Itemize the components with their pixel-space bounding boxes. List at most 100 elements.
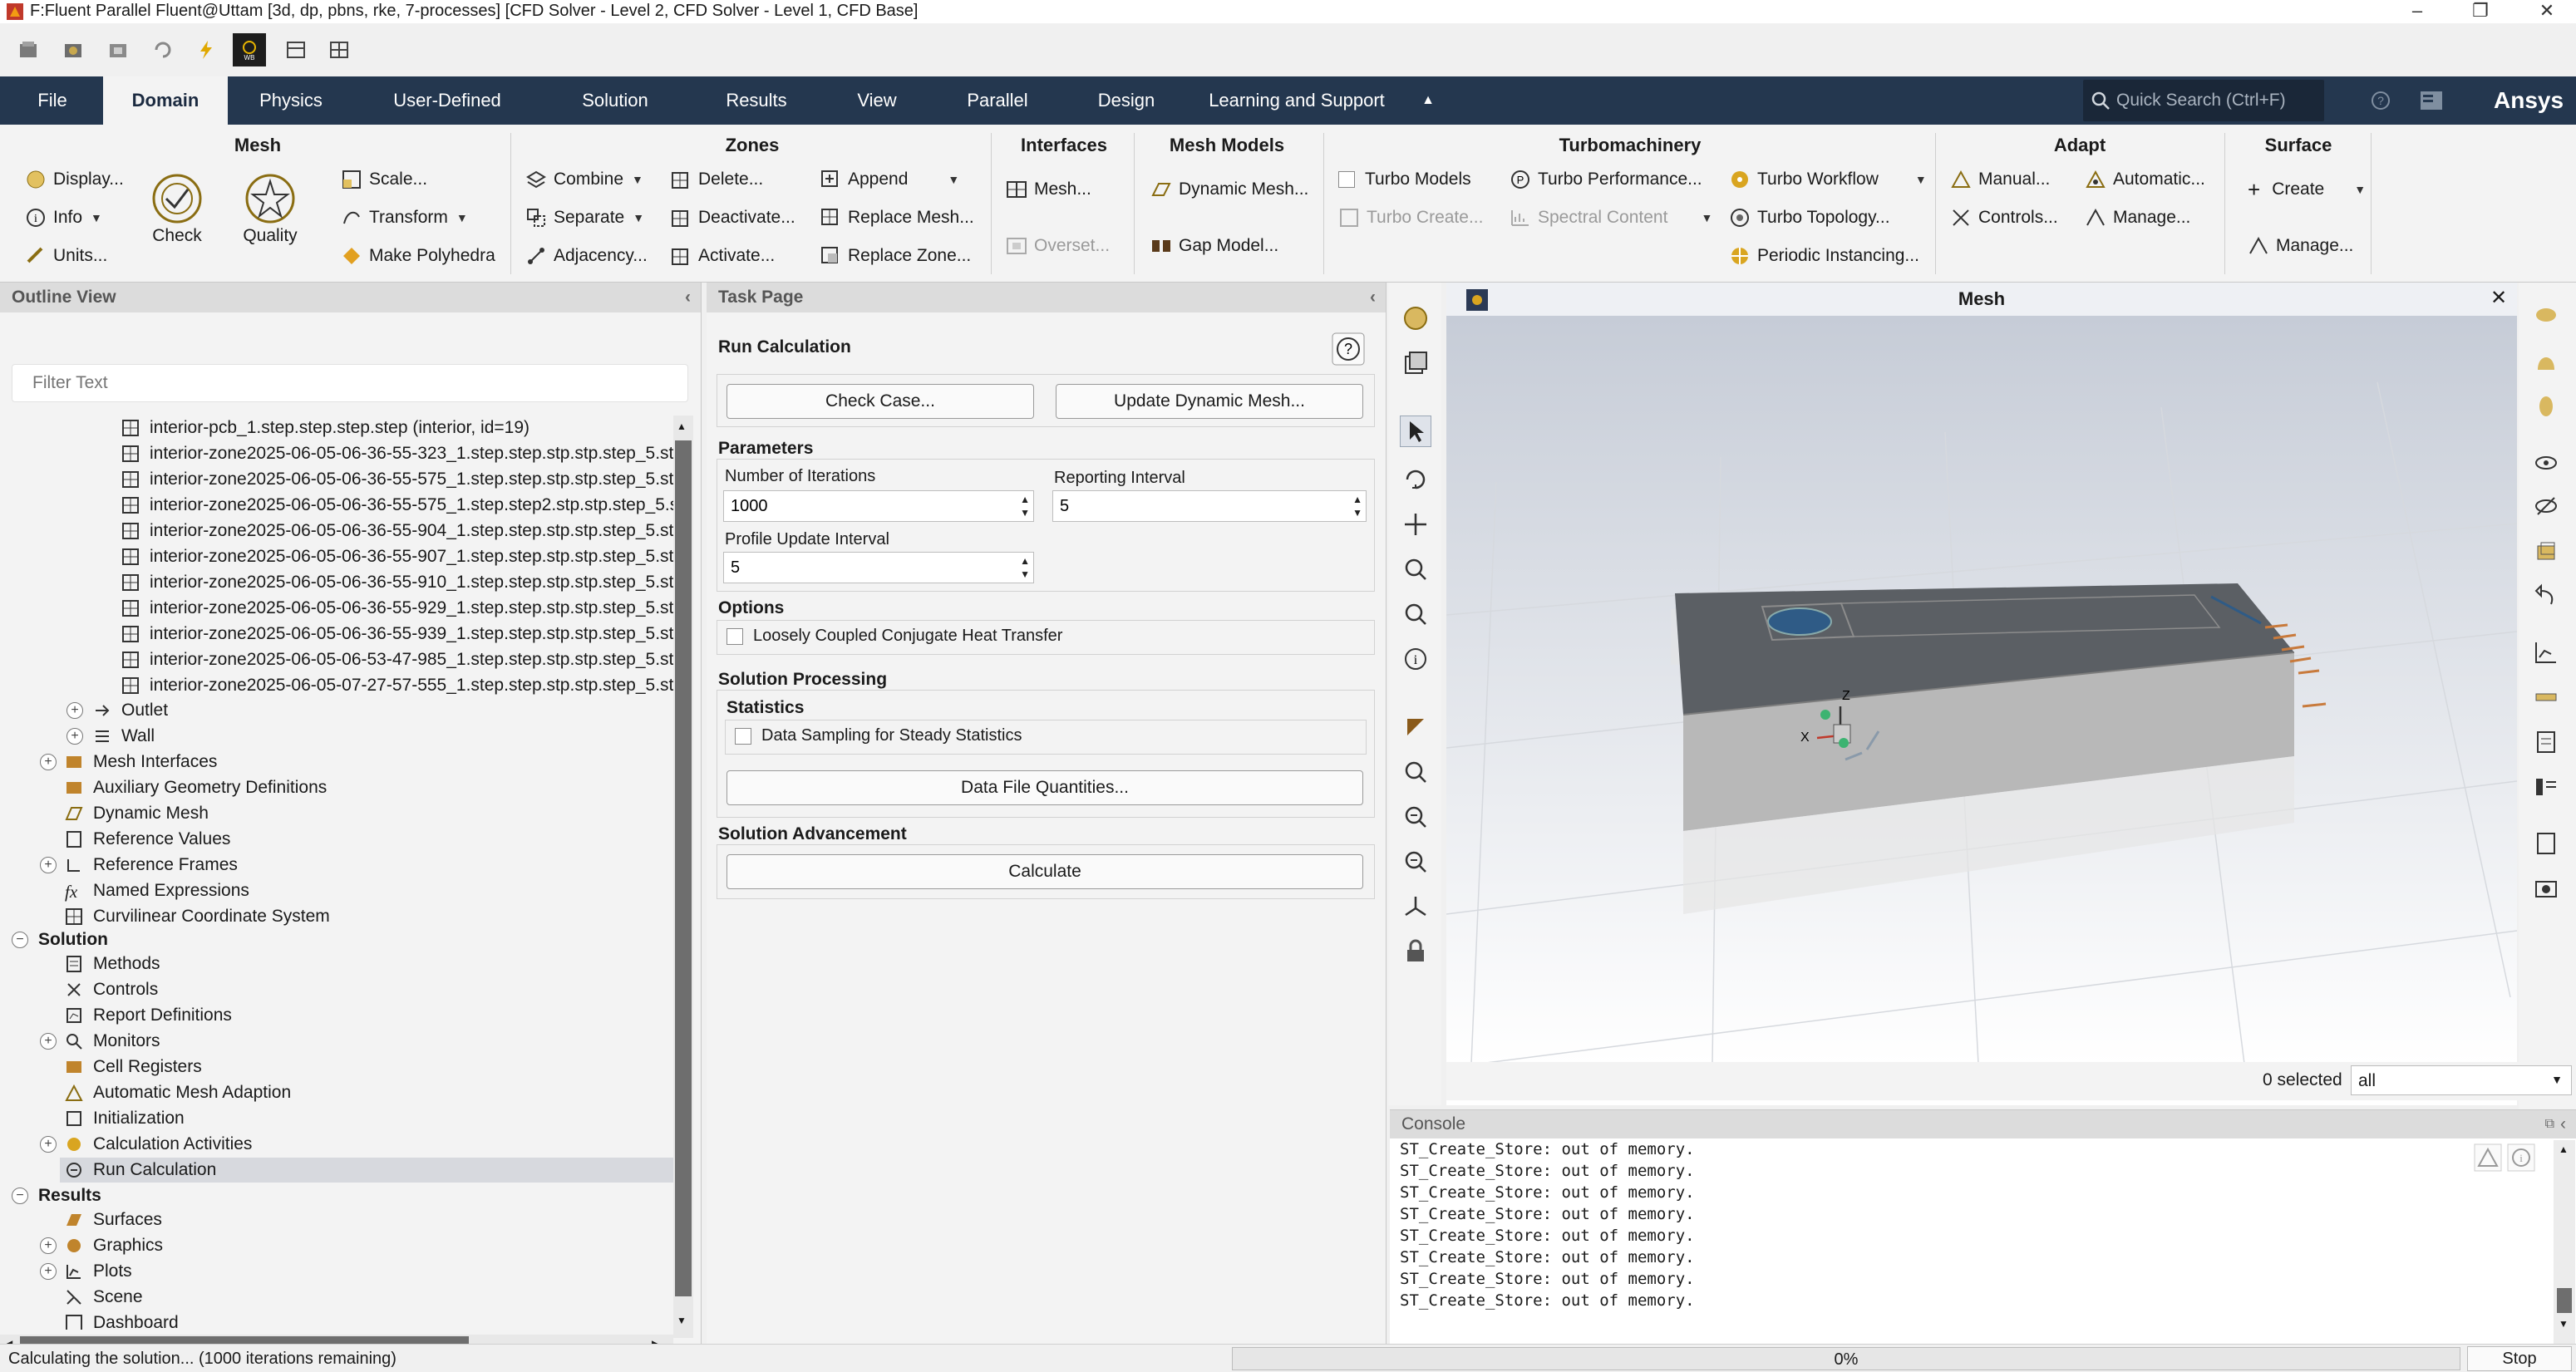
- fit-to-window-icon[interactable]: [1400, 711, 1431, 743]
- colormap-icon[interactable]: [2530, 681, 2562, 713]
- zoom-in-icon[interactable]: [1400, 801, 1431, 833]
- tree-item-dynamic-mesh[interactable]: Dynamic Mesh: [65, 801, 209, 826]
- display-mesh-icon[interactable]: [1400, 302, 1431, 334]
- scale-button[interactable]: Scale...: [341, 163, 427, 196]
- tree-item-calculation-activities[interactable]: Calculation Activities: [65, 1132, 252, 1157]
- copy-view-icon[interactable]: [1400, 347, 1431, 379]
- adapt-controls-button[interactable]: Controls...: [1950, 201, 2058, 234]
- layout-icon[interactable]: [279, 33, 313, 66]
- zoom-window-icon[interactable]: [1400, 553, 1431, 585]
- check-case-button[interactable]: Check Case...: [727, 384, 1034, 419]
- tree-item-run-calculation[interactable]: Run Calculation: [60, 1158, 673, 1183]
- console-scroll-thumb[interactable]: [2557, 1288, 2572, 1313]
- scroll-up-icon[interactable]: ▲: [2559, 1143, 2569, 1155]
- read-data-icon[interactable]: [57, 33, 90, 66]
- tree-item-interior-zone[interactable]: interior-zone2025-06-05-06-36-55-929_1.s…: [121, 596, 673, 621]
- separate-button[interactable]: Separate ▼: [525, 201, 644, 234]
- rotate-icon[interactable]: [1400, 464, 1431, 495]
- expand-icon[interactable]: +: [66, 702, 83, 719]
- tree-item-mesh-interfaces[interactable]: Mesh Interfaces: [65, 750, 217, 775]
- tree-item-reference-values[interactable]: Reference Values: [65, 827, 230, 852]
- activate-button[interactable]: Activate...: [670, 239, 775, 273]
- vertical-scroll-thumb[interactable]: [675, 440, 692, 1296]
- collapse-icon[interactable]: −: [12, 932, 28, 948]
- menu-design[interactable]: Design: [1081, 76, 1172, 125]
- expand-icon[interactable]: +: [40, 1136, 57, 1153]
- profile-update-input[interactable]: [731, 553, 978, 583]
- lightning-icon[interactable]: [190, 33, 223, 66]
- gap-model-button[interactable]: Gap Model...: [1150, 229, 1278, 263]
- profile-update-stepper[interactable]: ▲▼: [723, 552, 1034, 583]
- pointer-tool-icon[interactable]: [1400, 416, 1431, 447]
- tree-item-surfaces[interactable]: Surfaces: [65, 1207, 162, 1232]
- reporting-interval-input[interactable]: [1060, 491, 1310, 521]
- overset-button[interactable]: Overset...: [1006, 229, 1110, 263]
- tree-item-interior-zone[interactable]: interior-pcb_1.step.step.step.step (inte…: [121, 416, 529, 440]
- replace-mesh-button[interactable]: Replace Mesh...: [820, 201, 974, 234]
- help-icon[interactable]: ?: [2371, 91, 2391, 111]
- lock-view-icon[interactable]: [1400, 936, 1431, 967]
- tree-item-interior-zone[interactable]: interior-zone2025-06-05-06-36-55-910_1.s…: [121, 570, 673, 595]
- adjacency-button[interactable]: Adjacency...: [525, 239, 648, 273]
- tree-item-interior-zone[interactable]: interior-zone2025-06-05-06-36-55-907_1.s…: [121, 544, 673, 569]
- warning-icon[interactable]: [2474, 1143, 2502, 1172]
- graphics-window[interactable]: Mesh ✕ Z X: [1446, 283, 2517, 1105]
- view-side-icon[interactable]: [2530, 346, 2562, 377]
- collapse-console-icon[interactable]: ‹: [2560, 1110, 2566, 1138]
- check-button[interactable]: Check: [150, 171, 204, 263]
- tree-item-plots[interactable]: Plots: [65, 1259, 132, 1284]
- tree-item-solution[interactable]: Solution: [38, 927, 108, 952]
- quality-button[interactable]: Quality: [243, 171, 298, 263]
- view-front-icon[interactable]: [2530, 391, 2562, 422]
- calculate-button[interactable]: Calculate: [727, 854, 1363, 889]
- maximize-button[interactable]: ❐: [2457, 0, 2504, 23]
- quick-search[interactable]: [2083, 80, 2324, 121]
- tree-item-outlet[interactable]: Outlet: [93, 698, 168, 723]
- stepper-arrows-icon[interactable]: ▲ ▼: [1020, 554, 1030, 581]
- turbo-create-button[interactable]: Turbo Create...: [1338, 201, 1483, 234]
- expand-icon[interactable]: +: [40, 857, 57, 873]
- turbo-topology-button[interactable]: Turbo Topology...: [1729, 201, 1890, 234]
- menu-domain[interactable]: Domain: [103, 76, 228, 125]
- menu-file[interactable]: File: [23, 76, 81, 125]
- dynamic-mesh-button[interactable]: Dynamic Mesh...: [1150, 173, 1308, 206]
- collapse-ribbon-icon[interactable]: ▲: [1413, 76, 1443, 125]
- filter-text-input[interactable]: [12, 364, 688, 402]
- collapse-icon[interactable]: −: [12, 1188, 28, 1204]
- expand-icon[interactable]: +: [40, 1033, 57, 1050]
- info-button[interactable]: i Info ▼: [25, 201, 102, 234]
- scroll-down-icon[interactable]: ▼: [677, 1315, 687, 1326]
- adapt-manual-button[interactable]: Manual...: [1950, 163, 2050, 196]
- tree-item-results[interactable]: Results: [38, 1183, 101, 1208]
- axes-icon[interactable]: [1400, 891, 1431, 922]
- tree-item-controls[interactable]: Controls: [65, 977, 158, 1002]
- tree-item-interior-zone[interactable]: interior-zone2025-06-05-06-36-55-575_1.s…: [121, 493, 673, 518]
- hide-icon[interactable]: [2530, 490, 2562, 522]
- append-button[interactable]: Append ▼: [820, 163, 959, 196]
- tree-item-wall[interactable]: Wall: [93, 724, 155, 749]
- tree-item-automatic-mesh-adaption[interactable]: Automatic Mesh Adaption: [65, 1080, 291, 1105]
- scroll-down-icon[interactable]: ▼: [2559, 1318, 2569, 1330]
- reload-icon[interactable]: [146, 33, 180, 66]
- quick-search-input[interactable]: [2116, 80, 2320, 121]
- tree-item-named-expressions[interactable]: fx Named Expressions: [65, 878, 249, 903]
- data-file-quantities-button[interactable]: Data File Quantities...: [727, 770, 1363, 805]
- make-polyhedra-button[interactable]: Make Polyhedra: [341, 239, 495, 273]
- tree-item-reference-frames[interactable]: Reference Frames: [65, 853, 238, 878]
- data-sampling-checkbox[interactable]: [735, 728, 751, 745]
- spectral-content-button[interactable]: Spectral Content ▼: [1510, 201, 1712, 234]
- combine-button[interactable]: Combine ▼: [525, 163, 643, 196]
- legend-icon[interactable]: [2530, 771, 2562, 803]
- periodic-instancing-button[interactable]: Periodic Instancing...: [1729, 239, 1919, 273]
- minimize-button[interactable]: –: [2394, 0, 2441, 23]
- tree-item-monitors[interactable]: Monitors: [65, 1029, 160, 1054]
- collapse-panel-icon[interactable]: ‹: [685, 283, 691, 312]
- plot-icon[interactable]: [2530, 637, 2562, 668]
- expand-icon[interactable]: +: [40, 754, 57, 770]
- annotation-icon[interactable]: [2530, 726, 2562, 758]
- reporting-interval-stepper[interactable]: ▲▼: [1052, 490, 1367, 522]
- turbo-models-check[interactable]: [1338, 171, 1355, 188]
- loosely-coupled-checkbox[interactable]: [727, 628, 743, 645]
- interfaces-mesh-button[interactable]: Mesh...: [1006, 173, 1091, 206]
- float-panel-icon[interactable]: ⧉: [2545, 1110, 2554, 1138]
